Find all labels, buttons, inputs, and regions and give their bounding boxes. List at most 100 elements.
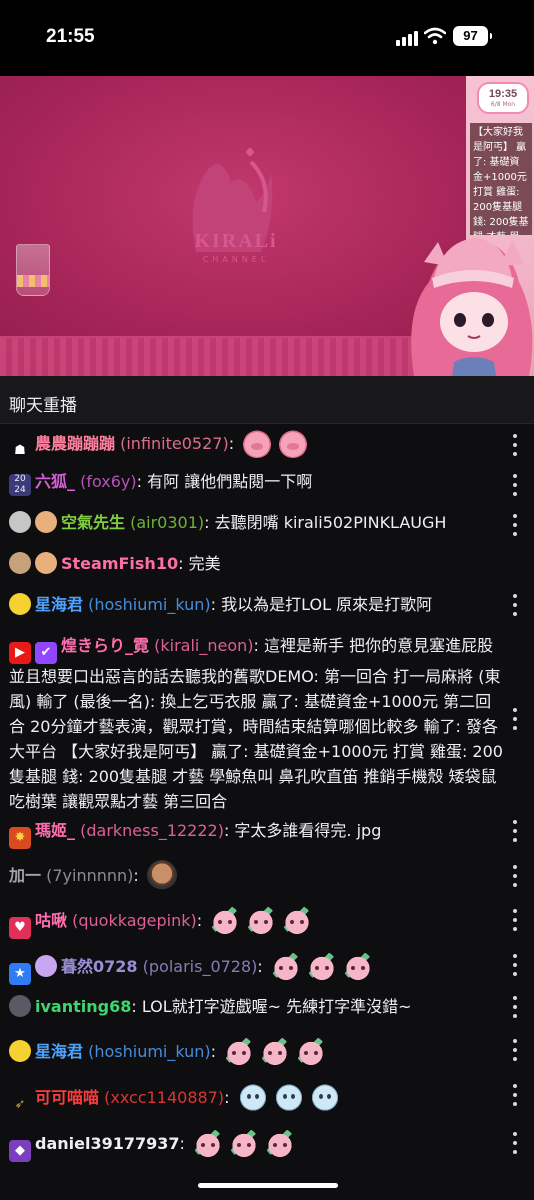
- signal-icon: [396, 30, 418, 46]
- broadcaster-badge-icon: ▶: [9, 642, 31, 664]
- chat-text: 完美: [183, 554, 221, 573]
- pig-emote-icon[interactable]: [242, 428, 273, 458]
- more-options-icon[interactable]: [511, 434, 519, 456]
- chat-login[interactable]: (fox6y): [80, 472, 137, 491]
- chat-text: 有阿 讓他們點閱一下啊: [142, 472, 313, 491]
- pig-emote-icon[interactable]: [278, 428, 309, 458]
- more-options-icon[interactable]: [511, 474, 519, 496]
- chat-text: LOL就打字遊戲喔~ 先練打字準沒錯~: [136, 997, 412, 1016]
- chat-login[interactable]: (infinite0527): [120, 434, 229, 453]
- more-options-icon[interactable]: [511, 1084, 519, 1106]
- cat-emote-icon[interactable]: [193, 1128, 224, 1158]
- hamster-badge-icon: [35, 552, 57, 574]
- chat-login[interactable]: (kirali_neon): [154, 636, 253, 655]
- chat-login[interactable]: (hoshiumi_kun): [88, 1042, 211, 1061]
- battery-icon: 97: [453, 26, 492, 46]
- chat-username[interactable]: ivanting68: [35, 997, 131, 1016]
- more-options-icon[interactable]: [511, 1132, 519, 1154]
- chat-login[interactable]: (7yinnnnn): [46, 866, 133, 885]
- chat-message: 星海君 (hoshiumi_kun): 我以為是打LOL 原來是打歌阿: [9, 592, 505, 617]
- more-options-icon[interactable]: [511, 514, 519, 536]
- chat-username[interactable]: 空氣先生: [61, 513, 125, 532]
- logo-text: KIRALi: [194, 230, 278, 252]
- stage-floor: [0, 338, 470, 376]
- chat-login[interactable]: (hoshiumi_kun): [88, 595, 211, 614]
- more-options-icon[interactable]: [511, 865, 519, 887]
- cat-emote-icon[interactable]: [282, 905, 313, 935]
- chat-username[interactable]: 農農蹦蹦蹦: [35, 434, 115, 453]
- verified-badge-icon: ✔: [35, 642, 57, 664]
- cat-emote-icon[interactable]: [270, 951, 301, 981]
- cat-emote-icon[interactable]: [210, 905, 241, 935]
- chat-login[interactable]: (xxcc1140887): [104, 1088, 224, 1107]
- chat-message: 20 24 六狐_ (fox6y): 有阿 讓他們點閱一下啊: [9, 469, 505, 496]
- logo-subtext: CHANNEL: [202, 255, 270, 264]
- chat-message: ♥ 咕啾 (quokkagepink):: [9, 905, 505, 939]
- chat-username[interactable]: 加一: [9, 866, 41, 885]
- chat-message: ivanting68: LOL就打字遊戲喔~ 先練打字準沒錯~: [9, 994, 505, 1019]
- chat-username[interactable]: 星海君: [35, 1042, 83, 1061]
- overlay-clock-time: 19:35: [488, 88, 518, 100]
- diamond-badge-icon: ◆: [9, 1140, 31, 1162]
- chat-message: ★ 暮然0728 (polaris_0728):: [9, 951, 505, 985]
- steam-badge-icon: [9, 511, 31, 533]
- chat-username[interactable]: 咕啾: [35, 911, 67, 930]
- home-indicator[interactable]: [198, 1183, 338, 1188]
- pikachu-badge-icon: [9, 593, 31, 615]
- chat-login[interactable]: (polaris_0728): [143, 957, 258, 976]
- vtuber-avatar-icon: [411, 238, 533, 376]
- more-options-icon[interactable]: [511, 594, 519, 616]
- cat-emote-icon[interactable]: [306, 951, 337, 981]
- chat-username[interactable]: 可可喵喵: [35, 1088, 99, 1107]
- cat-emote-icon[interactable]: [296, 1036, 327, 1066]
- chat-header: 聊天重播: [0, 376, 534, 424]
- cup-icon: [16, 244, 50, 296]
- hollow-knight-badge-icon: ☗: [14, 443, 26, 458]
- ghost-emote-icon[interactable]: [273, 1082, 304, 1112]
- avatar-badge-icon: [9, 995, 31, 1017]
- bald-man-emote-icon[interactable]: [146, 860, 177, 890]
- chat-username[interactable]: 暮然0728: [61, 957, 138, 976]
- cat-emote-icon[interactable]: [224, 1036, 255, 1066]
- cat-emote-icon[interactable]: [246, 905, 277, 935]
- status-time: 21:55: [46, 26, 95, 47]
- chat-username[interactable]: daniel39177937: [35, 1134, 180, 1153]
- chat-message: ◆ daniel39177937:: [9, 1128, 505, 1162]
- more-options-icon[interactable]: [511, 708, 519, 730]
- chat-message: 加一 (7yinnnnn):: [9, 860, 505, 890]
- chat-message: 星海君 (hoshiumi_kun):: [9, 1036, 505, 1066]
- chat-separator: :: [210, 1042, 217, 1061]
- chat-login[interactable]: (air0301): [130, 513, 204, 532]
- cat-emote-icon[interactable]: [229, 1128, 260, 1158]
- chat-username[interactable]: 煌きらり_霓: [61, 636, 149, 655]
- chat-message: SteamFish10: 完美: [9, 551, 505, 576]
- more-options-icon[interactable]: [511, 909, 519, 931]
- chat-title: 聊天重播: [9, 396, 77, 416]
- bird-badge-icon: ➶: [14, 1097, 26, 1112]
- more-options-icon[interactable]: [511, 1039, 519, 1061]
- chat-login[interactable]: (darkness_12222): [80, 821, 224, 840]
- chat-username[interactable]: SteamFish10: [61, 554, 178, 573]
- chat-message: ▶ ✔ 煌きらり_霓 (kirali_neon): 這裡是新手 把你的意見塞進屁股 …: [9, 633, 505, 814]
- chat-username[interactable]: 瑪姬_: [35, 821, 75, 840]
- cat-emote-icon[interactable]: [342, 951, 373, 981]
- chat-username[interactable]: 星海君: [35, 595, 83, 614]
- 2024-badge-icon: 20 24: [9, 474, 31, 496]
- chat-separator: :: [179, 1134, 185, 1153]
- more-options-icon[interactable]: [511, 820, 519, 842]
- chat-login[interactable]: (quokkagepink): [72, 911, 197, 930]
- ghost-emote-icon[interactable]: [309, 1082, 340, 1112]
- cat-emote-icon[interactable]: [260, 1036, 291, 1066]
- pikachu-badge-icon: [9, 1040, 31, 1062]
- ghost-emote-icon[interactable]: [237, 1082, 268, 1112]
- chat-separator: :: [133, 866, 139, 885]
- chat-message: ☗ 農農蹦蹦蹦 (infinite0527):: [9, 428, 505, 462]
- cat-emote-icon[interactable]: [265, 1128, 296, 1158]
- sun-badge-icon: ✸: [9, 827, 31, 849]
- chat-list[interactable]: ☗ 農農蹦蹦蹦 (infinite0527): 20 24 六狐_ (fox6y): …: [0, 424, 534, 1200]
- more-options-icon[interactable]: [511, 954, 519, 976]
- overlay-clock-date: 6/8 Mon: [490, 101, 516, 108]
- chat-username[interactable]: 六狐_: [35, 472, 75, 491]
- more-options-icon[interactable]: [511, 996, 519, 1018]
- chat-message: 空氣先生 (air0301): 去聽閉嘴 kirali502PINKLAUGH: [9, 510, 505, 535]
